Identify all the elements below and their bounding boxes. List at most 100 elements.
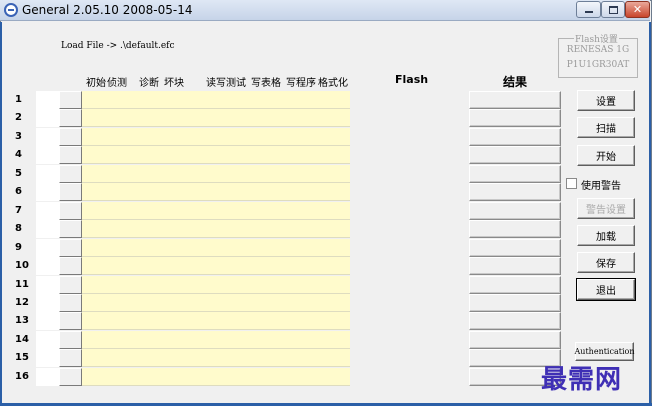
row-status-cell: [36, 257, 59, 275]
row-progress-cell: [82, 109, 350, 127]
row-result-button[interactable]: [469, 146, 561, 164]
row-result-button[interactable]: [469, 220, 561, 238]
row-number: 13: [15, 315, 29, 326]
load-button[interactable]: 加载: [577, 225, 635, 246]
row-select-button[interactable]: [59, 202, 82, 220]
watermark-text: 最需网: [541, 365, 623, 395]
row-status-cell: [36, 220, 59, 238]
row-status-cell: [36, 128, 59, 146]
row-number: 9: [15, 242, 22, 253]
maximize-icon: [608, 5, 618, 14]
row-status-cell: [36, 294, 59, 312]
row-result-button[interactable]: [469, 239, 561, 257]
row-number: 2: [15, 112, 22, 123]
flash-settings-title: Flash设置: [574, 32, 619, 45]
row-result-button[interactable]: [469, 331, 561, 349]
col-write-table: 写表格: [251, 78, 281, 89]
title-bar[interactable]: General 2.05.10 2008-05-14 ✕: [0, 0, 650, 21]
window-border-right: [649, 22, 651, 406]
row-result-button[interactable]: [469, 276, 561, 294]
exit-button[interactable]: 退出: [576, 278, 636, 301]
row-select-button[interactable]: [59, 91, 82, 109]
row-number: 16: [15, 371, 29, 382]
settings-button[interactable]: 设置: [577, 90, 635, 111]
row-progress-cell: [82, 331, 350, 349]
row-result-button[interactable]: [469, 202, 561, 220]
row-progress-cell: [82, 257, 350, 275]
close-icon: ✕: [632, 3, 643, 16]
col-write-program: 写程序: [286, 78, 316, 89]
save-button[interactable]: 保存: [577, 252, 635, 273]
row-result-button[interactable]: [469, 257, 561, 275]
row-select-button[interactable]: [59, 257, 82, 275]
col-result: 结果: [503, 75, 528, 89]
row-select-button[interactable]: [59, 276, 82, 294]
row-result-button[interactable]: [469, 109, 561, 127]
row-number: 11: [15, 279, 29, 290]
row-result-button[interactable]: [469, 91, 561, 109]
row-progress-cell: [82, 128, 350, 146]
row-progress-cell: [82, 312, 350, 330]
row-progress-cell: [82, 91, 350, 109]
row-select-button[interactable]: [59, 220, 82, 238]
scan-button[interactable]: 扫描: [577, 117, 635, 138]
row-status-cell: [36, 349, 59, 367]
app-icon: [4, 3, 18, 17]
row-status-cell: [36, 109, 59, 127]
row-status-cell: [36, 165, 59, 183]
row-select-button[interactable]: [59, 146, 82, 164]
window-title: General 2.05.10 2008-05-14: [22, 3, 193, 17]
row-number: 1: [15, 94, 22, 105]
use-warning-checkbox[interactable]: [566, 178, 577, 189]
row-number: 4: [15, 149, 22, 160]
row-select-button[interactable]: [59, 312, 82, 330]
row-select-button[interactable]: [59, 239, 82, 257]
row-progress-cell: [82, 368, 350, 386]
flash-part-number: P1U1GR30AT: [566, 60, 630, 70]
row-number: 10: [15, 260, 29, 271]
minimize-icon: [584, 11, 593, 13]
row-status-cell: [36, 276, 59, 294]
col-flash: Flash: [395, 73, 429, 86]
row-progress-cell: [82, 239, 350, 257]
row-result-button[interactable]: [469, 165, 561, 183]
row-result-button[interactable]: [469, 128, 561, 146]
row-select-button[interactable]: [59, 294, 82, 312]
row-number: 7: [15, 205, 22, 216]
row-status-cell: [36, 368, 59, 386]
close-button[interactable]: ✕: [625, 1, 650, 18]
row-progress-cell: [82, 276, 350, 294]
maximize-button[interactable]: [601, 1, 625, 18]
row-status-cell: [36, 239, 59, 257]
row-select-button[interactable]: [59, 128, 82, 146]
col-bad-block: 坏块: [164, 78, 184, 89]
row-number: 12: [15, 297, 29, 308]
row-select-button[interactable]: [59, 109, 82, 127]
row-select-button[interactable]: [59, 165, 82, 183]
row-result-button[interactable]: [469, 183, 561, 201]
row-progress-cell: [82, 294, 350, 312]
row-status-cell: [36, 146, 59, 164]
row-status-cell: [36, 202, 59, 220]
row-select-button[interactable]: [59, 368, 82, 386]
minimize-button[interactable]: [576, 1, 601, 18]
row-status-cell: [36, 331, 59, 349]
row-status-cell: [36, 312, 59, 330]
row-status-cell: [36, 91, 59, 109]
start-button[interactable]: 开始: [577, 145, 635, 166]
row-select-button[interactable]: [59, 349, 82, 367]
row-select-button[interactable]: [59, 331, 82, 349]
row-status-cell: [36, 183, 59, 201]
col-blank: 侦测: [107, 78, 127, 89]
row-select-button[interactable]: [59, 183, 82, 201]
load-file-label: Load File -> .\default.efc: [61, 41, 175, 51]
row-result-button[interactable]: [469, 312, 561, 330]
row-number: 6: [15, 186, 22, 197]
flash-vendor: RENESAS 1G: [566, 45, 630, 55]
row-progress-cell: [82, 165, 350, 183]
row-result-button[interactable]: [469, 294, 561, 312]
col-diagnose: 诊断: [139, 78, 159, 89]
row-progress-cell: [82, 220, 350, 238]
warning-settings-button[interactable]: 警告设置: [577, 198, 635, 219]
row-progress-cell: [82, 202, 350, 220]
